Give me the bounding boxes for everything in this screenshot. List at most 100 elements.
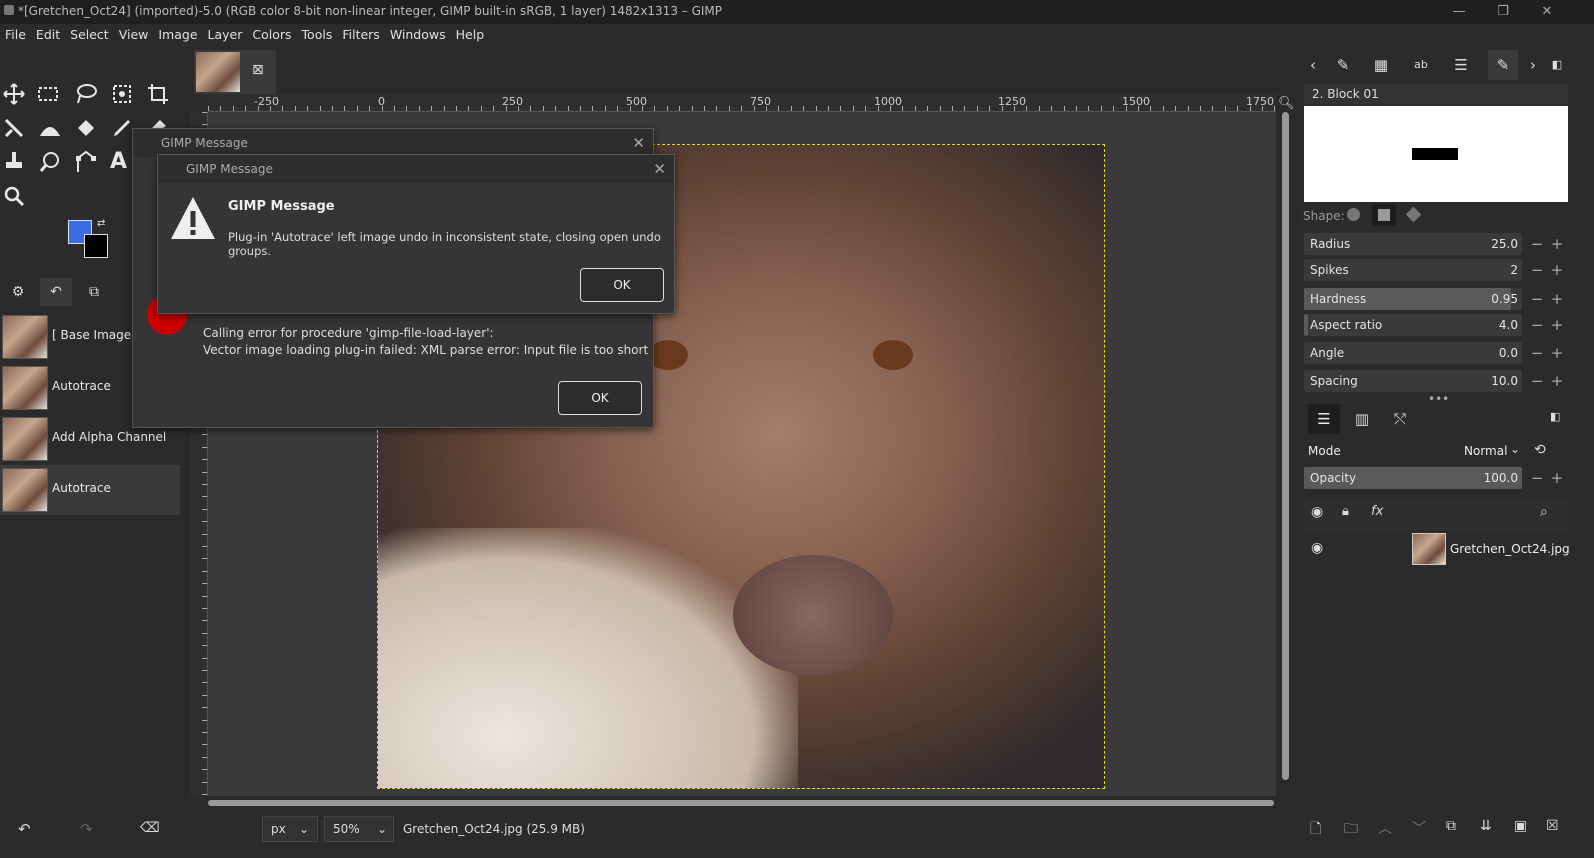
close-image-icon[interactable]: ⊠ [252,62,264,78]
menu-layer[interactable]: Layer [203,24,248,42]
redo-icon[interactable]: ↷ [80,820,93,838]
undo-icon[interactable]: ↶ [18,820,31,838]
zoom-icon[interactable] [2,184,26,208]
horizontal-scrollbar[interactable] [208,798,1278,808]
aspect-ratio-slider[interactable]: Aspect ratio 4.0 [1304,314,1522,336]
increase-icon[interactable]: + [1548,233,1566,255]
drag-handle-icon[interactable]: ••• [1428,392,1449,406]
decrease-icon[interactable]: − [1528,259,1546,281]
patterns-tab-icon[interactable]: ▦ [1366,50,1396,80]
brush-editor-tab-icon[interactable]: ✎ [1488,50,1518,80]
decrease-icon[interactable]: − [1528,467,1546,489]
text-tool-icon[interactable]: A [110,150,134,174]
menu-filters[interactable]: Filters [337,24,384,42]
paths-icon[interactable] [74,150,98,174]
increase-icon[interactable]: + [1548,467,1566,489]
menu-view[interactable]: View [114,24,154,42]
decrease-icon[interactable]: − [1528,314,1546,336]
fx-icon[interactable]: fx [1371,504,1383,519]
decrease-icon[interactable]: − [1528,342,1546,364]
gradients-tab-icon[interactable]: ☰ [1446,50,1476,80]
ok-button[interactable]: OK [580,268,664,302]
layer-name[interactable]: Gretchen_Oct24.jpg [1450,542,1570,556]
spacing-slider[interactable]: Spacing 10.0 [1304,370,1522,392]
transform-icon[interactable] [2,116,26,140]
layers-tab-icon[interactable]: ☰ [1308,404,1340,434]
brushes-tab-icon[interactable]: ✎ [1328,50,1358,80]
minimize-button[interactable]: — [1444,2,1474,22]
warp-icon[interactable] [38,116,62,140]
zoom-select[interactable]: 50% ⌄ [324,816,394,842]
decrease-icon[interactable]: − [1528,370,1546,392]
unit-select[interactable]: px ⌄ [262,816,318,842]
undo-history-tab-icon[interactable]: ↶ [40,278,72,306]
chevron-down-icon[interactable]: ⌄ [1510,442,1520,456]
dock-menu-icon[interactable]: ◧ [1542,50,1572,80]
delete-layer-icon[interactable]: ☒ [1546,818,1559,834]
clear-history-icon[interactable]: ⌫ [140,820,160,836]
menu-edit[interactable]: Edit [31,24,65,42]
shape-square-button[interactable] [1372,204,1396,226]
raise-layer-icon[interactable]: ︿ [1378,818,1392,838]
brush-name[interactable]: 2. Block 01 [1304,84,1568,104]
scroll-thumb[interactable] [208,800,1274,806]
layer-row[interactable]: ◉ Gretchen_Oct24.jpg [1304,532,1570,566]
merge-down-icon[interactable]: ⇊ [1480,818,1492,834]
menu-image[interactable]: Image [153,24,202,42]
pencil-icon[interactable] [110,116,134,140]
move-tool-icon[interactable] [2,82,26,106]
hardness-slider[interactable]: Hardness 0.95 [1304,288,1522,310]
smudge-icon[interactable] [38,150,62,174]
radius-slider[interactable]: Radius 25.0 [1304,233,1522,255]
close-button[interactable]: ✕ [1532,2,1562,22]
menu-select[interactable]: Select [65,24,114,42]
rect-select-icon[interactable] [36,82,60,106]
horizontal-ruler[interactable]: -250 0 250 500 750 1000 1250 1500 1750 [208,94,1276,112]
visibility-eye-icon[interactable]: ◉ [1311,504,1323,520]
close-icon[interactable]: ✕ [632,134,645,152]
lower-layer-icon[interactable]: ﹀ [1412,818,1426,838]
channels-tab-icon[interactable]: ▥ [1346,404,1378,434]
fuzzy-select-icon[interactable] [110,82,134,106]
chevron-left-icon[interactable]: ‹ [1298,50,1328,80]
spikes-slider[interactable]: Spikes 2 [1304,259,1522,281]
shape-circle-icon[interactable] [1347,208,1360,221]
dock-menu-icon[interactable]: ◧ [1550,410,1560,423]
lock-icon[interactable]: 🔒︎ [1342,504,1349,519]
maximize-button[interactable]: ❐ [1488,2,1518,22]
tool-options-tab-icon[interactable]: ⚙ [2,278,34,306]
new-group-icon[interactable]: 🗀︎ [1344,818,1358,842]
history-item-selected[interactable]: Autotrace [0,465,180,515]
duplicate-layer-icon[interactable]: ⧉ [1446,818,1456,834]
new-layer-icon[interactable]: 🗋︎ [1310,818,1321,842]
mask-icon[interactable]: ▣ [1514,818,1527,834]
clone-icon[interactable] [2,150,26,174]
angle-slider[interactable]: Angle 0.0 [1304,342,1522,364]
search-icon[interactable]: ⌕ [1540,504,1548,520]
mode-select[interactable]: Normal [1464,444,1507,458]
scroll-thumb[interactable] [1282,112,1289,780]
menu-tools[interactable]: Tools [297,24,338,42]
menu-colors[interactable]: Colors [247,24,296,42]
reset-mode-icon[interactable]: ⟲ [1534,442,1546,458]
menu-file[interactable]: File [0,24,31,42]
image-tab[interactable]: ⊠ [194,50,276,94]
menu-windows[interactable]: Windows [385,24,451,42]
opacity-slider[interactable]: Opacity 100.0 [1304,467,1522,489]
decrease-icon[interactable]: − [1528,288,1546,310]
increase-icon[interactable]: + [1548,342,1566,364]
increase-icon[interactable]: + [1548,288,1566,310]
paths-tab-icon[interactable]: ⤲ [1384,404,1416,434]
increase-icon[interactable]: + [1548,314,1566,336]
zoom-navigate-icon[interactable]: 🔍︎ [1278,96,1295,111]
crop-icon[interactable] [146,82,170,106]
background-color[interactable] [84,234,108,258]
increase-icon[interactable]: + [1548,259,1566,281]
images-tab-icon[interactable]: ⧉ [78,278,110,306]
fonts-tab-icon[interactable]: ab [1406,50,1436,80]
ok-button[interactable]: OK [558,381,642,415]
increase-icon[interactable]: + [1548,370,1566,392]
decrease-icon[interactable]: − [1528,233,1546,255]
visibility-eye-icon[interactable]: ◉ [1311,540,1323,556]
bucket-fill-icon[interactable] [74,116,98,140]
